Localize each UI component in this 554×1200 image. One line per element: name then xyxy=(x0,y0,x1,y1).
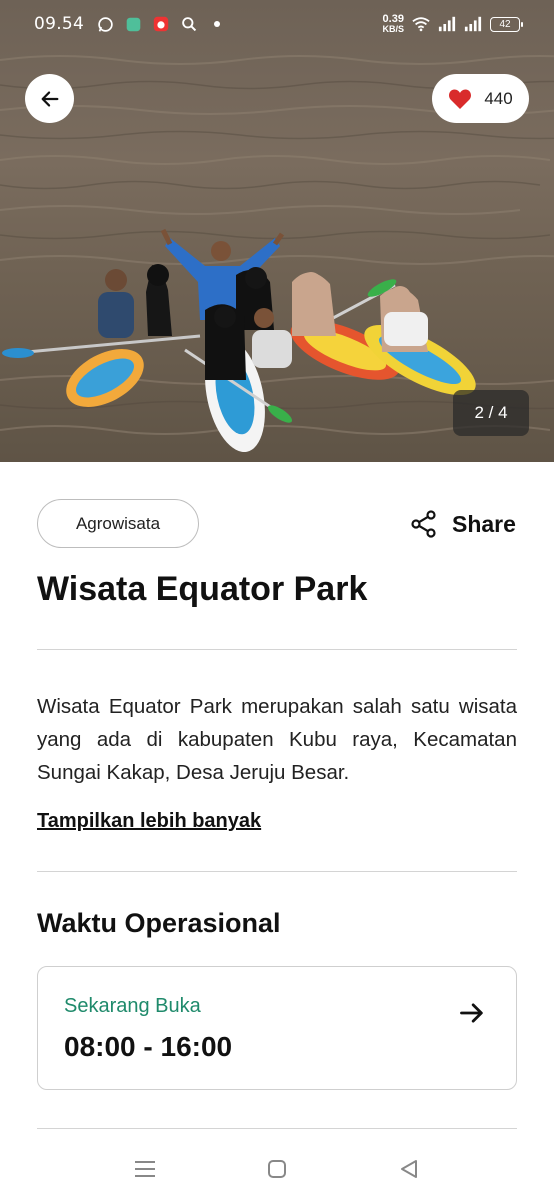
share-icon xyxy=(411,510,436,538)
status-time: 09.54 xyxy=(34,14,85,34)
open-status: Sekarang Buka xyxy=(64,995,201,1017)
more-notifications-dot-icon xyxy=(208,15,226,33)
network-speed: 0.39 KB/S xyxy=(382,14,404,34)
search-icon xyxy=(180,15,198,33)
network-speed-unit: KB/S xyxy=(382,24,404,34)
battery-level: 42 xyxy=(499,18,511,30)
signal-2-icon xyxy=(464,15,482,33)
category-chip[interactable]: Agrowisata xyxy=(37,499,199,548)
wifi-icon xyxy=(412,15,430,33)
home-square-icon xyxy=(268,1160,286,1178)
back-button[interactable] xyxy=(25,74,74,123)
nav-back-button[interactable] xyxy=(394,1154,424,1184)
arrow-left-icon xyxy=(41,90,58,107)
arrow-right-icon xyxy=(460,1003,483,1023)
signal-1-icon xyxy=(438,15,456,33)
nav-recents-button[interactable] xyxy=(130,1154,160,1184)
page-title: Wisata Equator Park xyxy=(37,570,368,608)
status-bar: 09.54 0.39 KB/S 42 xyxy=(0,0,554,48)
menu-icon xyxy=(135,1161,155,1177)
like-count: 440 xyxy=(484,88,513,108)
nav-home-button[interactable] xyxy=(262,1154,292,1184)
place-description: Wisata Equator Park merupakan salah satu… xyxy=(37,695,517,784)
share-button[interactable]: Share xyxy=(410,510,516,538)
whatsapp-icon xyxy=(96,15,114,33)
battery-indicator: 42 xyxy=(490,16,523,32)
hero-photo[interactable]: 09.54 0.39 KB/S 42 440 2 / 4 xyxy=(0,0,554,462)
back-triangle-icon xyxy=(401,1160,417,1178)
photo-page-indicator: 2 / 4 xyxy=(453,390,529,436)
divider xyxy=(37,649,517,650)
divider xyxy=(37,871,517,872)
divider xyxy=(37,1128,517,1129)
operational-hours-card[interactable]: Sekarang Buka 08:00 - 16:00 xyxy=(37,966,517,1090)
share-label: Share xyxy=(452,510,516,537)
app-notification-icon xyxy=(124,15,142,33)
operational-hours-title: Waktu Operasional xyxy=(37,908,281,938)
show-more-link[interactable]: Tampilkan lebih banyak xyxy=(37,810,261,833)
app-badge-icon xyxy=(152,15,170,33)
like-button[interactable]: 440 xyxy=(432,74,529,123)
system-navigation-bar xyxy=(0,1140,554,1200)
heart-icon xyxy=(449,89,472,109)
opening-hours: 08:00 - 16:00 xyxy=(64,1031,233,1062)
